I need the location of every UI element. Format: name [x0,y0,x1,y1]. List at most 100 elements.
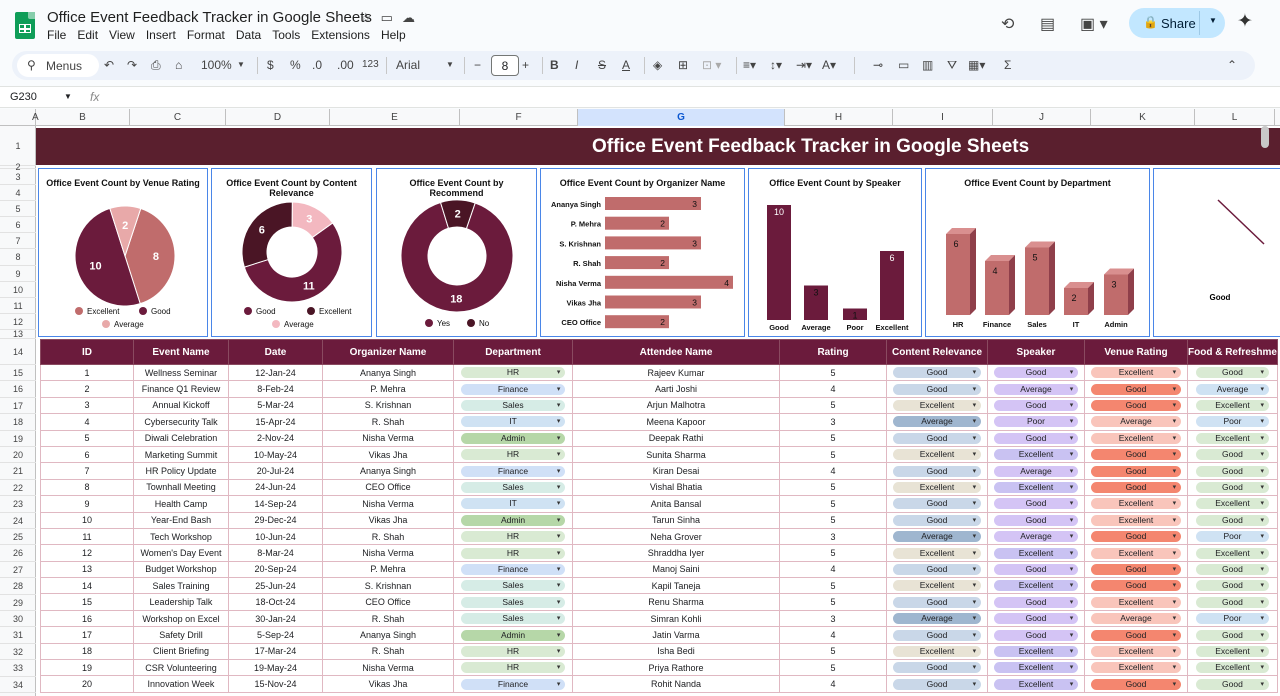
table-cell[interactable]: 4 [779,380,887,398]
row-header[interactable]: 6 [0,217,36,233]
table-cell[interactable]: 3 [779,609,887,628]
table-cell[interactable]: 10-Jun-24 [228,527,323,546]
food-dropdown[interactable]: Good [1195,678,1269,690]
table-cell[interactable]: Good [987,363,1085,382]
table-cell[interactable]: 4 [779,560,887,579]
content-relevance-dropdown[interactable]: Good [892,514,982,526]
food-dropdown[interactable]: Excellent [1195,498,1269,510]
speaker-dropdown[interactable]: Good [993,367,1079,379]
speaker-dropdown[interactable]: Excellent [993,580,1079,592]
table-cell[interactable]: 12 [40,544,134,562]
table-cell[interactable]: 7 [40,462,134,480]
table-cell[interactable]: 3 [40,396,134,415]
column-header[interactable]: Organizer Name [322,339,454,365]
text-rotation-icon[interactable]: A▾ [822,58,836,72]
column-header[interactable]: Rating [779,339,887,365]
department-dropdown[interactable]: Admin [460,514,566,526]
table-cell[interactable]: S. Krishnan [322,396,454,415]
menu-tools[interactable]: Tools [272,28,300,42]
table-cell[interactable]: Kapil Taneja [572,577,780,595]
document-title[interactable]: Office Event Feedback Tracker in Google … [47,9,372,26]
table-cell[interactable]: Good [987,396,1085,415]
column-header-g[interactable]: G [578,109,785,126]
table-cell[interactable]: Sales [453,478,573,497]
table-cell[interactable]: Average [1084,413,1188,431]
table-cell[interactable]: Average [987,380,1085,398]
speaker-dropdown[interactable]: Excellent [993,449,1079,461]
table-cell[interactable]: 13 [40,560,134,579]
food-dropdown[interactable]: Good [1195,514,1269,526]
content-relevance-dropdown[interactable]: Good [892,596,982,608]
table-cell[interactable]: 20-Sep-24 [228,560,323,579]
food-dropdown[interactable]: Poor [1195,531,1269,543]
content-relevance-dropdown[interactable]: Excellent [892,645,982,657]
table-cell[interactable]: Diwali Celebration [133,429,229,447]
food-dropdown[interactable]: Excellent [1195,400,1269,412]
vertical-scrollbar[interactable] [1261,126,1269,148]
table-cell[interactable]: Good [1084,462,1188,480]
table-cell[interactable]: Excellent [886,577,988,595]
content-relevance-dropdown[interactable]: Good [892,432,982,444]
content-relevance-dropdown[interactable]: Good [892,465,982,477]
row-header[interactable]: 26 [0,545,36,562]
table-cell[interactable]: Excellent [1187,396,1278,415]
table-cell[interactable]: Good [987,593,1085,611]
table-cell[interactable]: Good [1187,626,1278,644]
table-cell[interactable]: HR [453,445,573,464]
comments-icon[interactable]: ▤ [1040,14,1055,34]
row-header[interactable]: 22 [0,480,36,497]
department-dropdown[interactable]: HR [460,547,566,559]
table-cell[interactable]: 5 [779,511,887,529]
meet-icon[interactable]: ▣ ▾ [1080,14,1108,34]
department-dropdown[interactable]: Sales [460,481,566,493]
speaker-dropdown[interactable]: Excellent [993,678,1079,690]
sheets-logo-icon[interactable] [15,12,35,39]
table-cell[interactable]: Renu Sharma [572,593,780,611]
speaker-dropdown[interactable]: Good [993,400,1079,412]
venue-rating-dropdown[interactable]: Good [1090,531,1182,543]
food-dropdown[interactable]: Good [1195,596,1269,608]
table-cell[interactable]: 5 [779,577,887,595]
table-cell[interactable]: 10 [40,511,134,529]
content-relevance-dropdown[interactable]: Good [892,498,982,510]
table-cell[interactable]: R. Shah [322,527,454,546]
table-cell[interactable]: 5 [779,659,887,677]
table-cell[interactable]: Good [1187,445,1278,464]
table-cell[interactable]: Women's Day Event [133,544,229,562]
row-header[interactable]: 12 [0,314,36,330]
table-cell[interactable]: Good [1187,462,1278,480]
table-cell[interactable]: Excellent [1187,659,1278,677]
speaker-dropdown[interactable]: Good [993,613,1079,625]
table-cell[interactable]: Safety Drill [133,626,229,644]
currency-button[interactable]: $ [267,58,274,72]
column-header-j[interactable]: J [993,109,1091,126]
cloud-status-icon[interactable]: ☁ [402,10,424,25]
table-cell[interactable]: 5 [779,642,887,661]
table-cell[interactable]: Nisha Verma [322,659,454,677]
column-header[interactable]: Speaker [987,339,1085,365]
table-cell[interactable]: Townhall Meeting [133,478,229,497]
table-cell[interactable]: 5 [779,445,887,464]
venue-rating-dropdown[interactable]: Excellent [1090,645,1182,657]
table-cell[interactable]: Jatin Varma [572,626,780,644]
undo-icon[interactable]: ↶ [104,58,114,72]
table-cell[interactable]: Nisha Verma [322,495,454,513]
table-cell[interactable]: 24-Jun-24 [228,478,323,497]
venue-rating-dropdown[interactable]: Good [1090,629,1182,641]
chart-content-relevance[interactable]: Office Event Count by Content Relevance … [211,168,372,337]
department-dropdown[interactable]: HR [460,662,566,674]
table-cell[interactable]: 2 [40,380,134,398]
table-cell[interactable]: Average [886,413,988,431]
table-cell[interactable]: Excellent [886,478,988,497]
column-header-i[interactable]: I [893,109,993,126]
table-cell[interactable]: Good [886,462,988,480]
table-cell[interactable]: Excellent [1084,544,1188,562]
table-cell[interactable]: Excellent [987,675,1085,693]
table-cell[interactable]: Rohit Nanda [572,675,780,693]
chart-department[interactable]: Office Event Count by Department 6 HR 4 Fin… [925,168,1150,337]
speaker-dropdown[interactable]: Good [993,498,1079,510]
table-cell[interactable]: 20 [40,675,134,693]
table-cell[interactable]: Isha Bedi [572,642,780,661]
row-header[interactable]: 17 [0,398,36,415]
table-cell[interactable]: Manoj Saini [572,560,780,579]
